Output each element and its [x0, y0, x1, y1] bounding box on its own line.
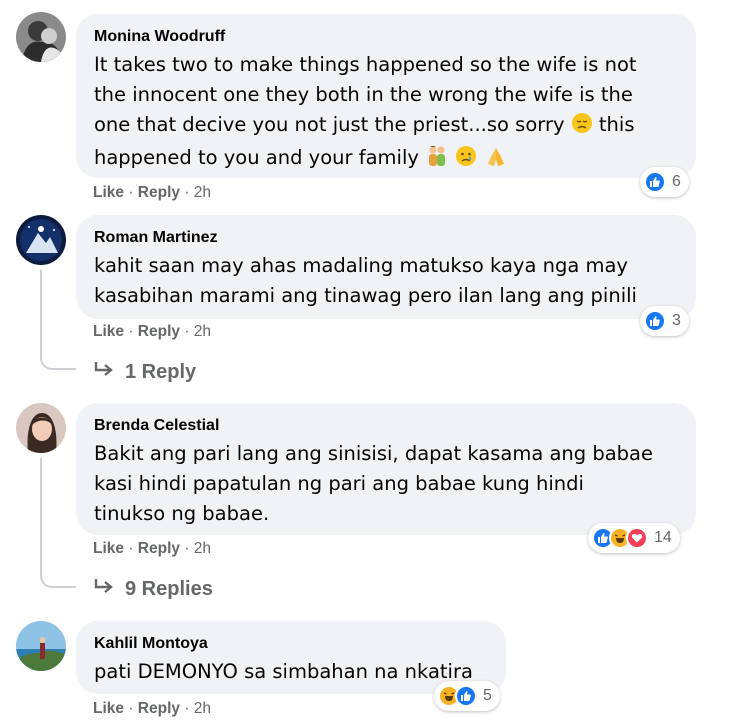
reply-link[interactable]: Reply — [138, 540, 180, 557]
thread-line — [40, 458, 42, 568]
comment-actions: Like · Reply · 2h — [93, 540, 212, 557]
comment-actions: Like · Reply · 2h — [93, 323, 212, 340]
like-link[interactable]: Like — [93, 540, 124, 557]
reaction-count: 6 — [672, 173, 681, 190]
thread-line — [40, 270, 42, 350]
comment-line: kasabihan marami ang tinawag pero ilan l… — [94, 284, 637, 307]
like-link[interactable]: Like — [93, 323, 124, 340]
avatar[interactable] — [16, 12, 66, 62]
view-replies-link[interactable]: 1 Reply — [93, 360, 196, 384]
comment-bubble: Roman Martinez kahit saan may ahas madal… — [76, 215, 696, 319]
timestamp[interactable]: 2h — [194, 700, 211, 717]
disappointed-face-icon — [571, 112, 593, 143]
comment-bubble: Brenda Celestial Bakit ang pari lang ang… — [76, 403, 696, 535]
comment-line: Bakit ang pari lang ang sinisisi, dapat … — [94, 442, 654, 465]
reaction-count: 3 — [672, 312, 681, 329]
comment-line: It takes two to make things happened so … — [94, 53, 637, 76]
reaction-count: 5 — [483, 687, 492, 704]
avatar[interactable] — [16, 403, 66, 453]
comment-text: It takes two to make things happened so … — [94, 50, 678, 176]
like-icon — [644, 171, 666, 193]
folded-hands-icon — [484, 145, 508, 176]
love-icon — [626, 527, 648, 549]
avatar[interactable] — [16, 621, 66, 671]
comment-line: tinukso ng babae. — [94, 502, 270, 525]
thread-connector — [40, 340, 76, 370]
reply-link[interactable]: Reply — [138, 323, 180, 340]
comment-line: kahit saan may ahas madaling matukso kay… — [94, 254, 628, 277]
view-replies-link[interactable]: 9 Replies — [93, 577, 213, 601]
comment-author[interactable]: Kahlil Montoya — [94, 634, 488, 654]
timestamp[interactable]: 2h — [194, 540, 211, 557]
like-icon — [455, 685, 477, 707]
comment-text: Bakit ang pari lang ang sinisisi, dapat … — [94, 439, 678, 529]
reply-link[interactable]: Reply — [138, 184, 180, 201]
comment-line: the innocent one they both in the wrong … — [94, 83, 633, 106]
comment-bubble: Monina Woodruff It takes two to make thi… — [76, 14, 696, 178]
comment-author[interactable]: Roman Martinez — [94, 228, 678, 248]
comment-line: pati DEMONYO sa simbahan na nkatira — [94, 660, 473, 683]
comment-line: happened to you and your family — [94, 143, 678, 176]
timestamp[interactable]: 2h — [194, 184, 211, 201]
crying-face-icon — [455, 145, 477, 176]
comment-line: kasi hindi papatulan ng pari ang babae k… — [94, 472, 584, 495]
reaction-count: 14 — [654, 529, 672, 546]
like-link[interactable]: Like — [93, 700, 124, 717]
couple-icon — [425, 145, 449, 176]
comment-actions: Like · Reply · 2h — [93, 184, 212, 201]
comment-author[interactable]: Monina Woodruff — [94, 27, 678, 47]
comment-line: one that decive you not just the priest.… — [94, 110, 678, 143]
avatar[interactable] — [16, 215, 66, 265]
like-link[interactable]: Like — [93, 184, 124, 201]
comment-actions: Like · Reply · 2h — [93, 700, 212, 717]
timestamp[interactable]: 2h — [194, 323, 211, 340]
reaction-summary[interactable]: 5 — [434, 681, 500, 711]
comment-text: pati DEMONYO sa simbahan na nkatira — [94, 657, 488, 687]
comment-text: kahit saan may ahas madaling matukso kay… — [94, 251, 678, 311]
reaction-summary[interactable]: 14 — [588, 523, 680, 553]
reaction-summary[interactable]: 6 — [640, 167, 689, 197]
comment-author[interactable]: Brenda Celestial — [94, 416, 678, 436]
reply-arrow-icon — [93, 360, 115, 384]
thread-connector — [40, 558, 76, 588]
like-icon — [644, 310, 666, 332]
reply-arrow-icon — [93, 577, 115, 601]
reaction-summary[interactable]: 3 — [640, 306, 689, 336]
reply-link[interactable]: Reply — [138, 700, 180, 717]
